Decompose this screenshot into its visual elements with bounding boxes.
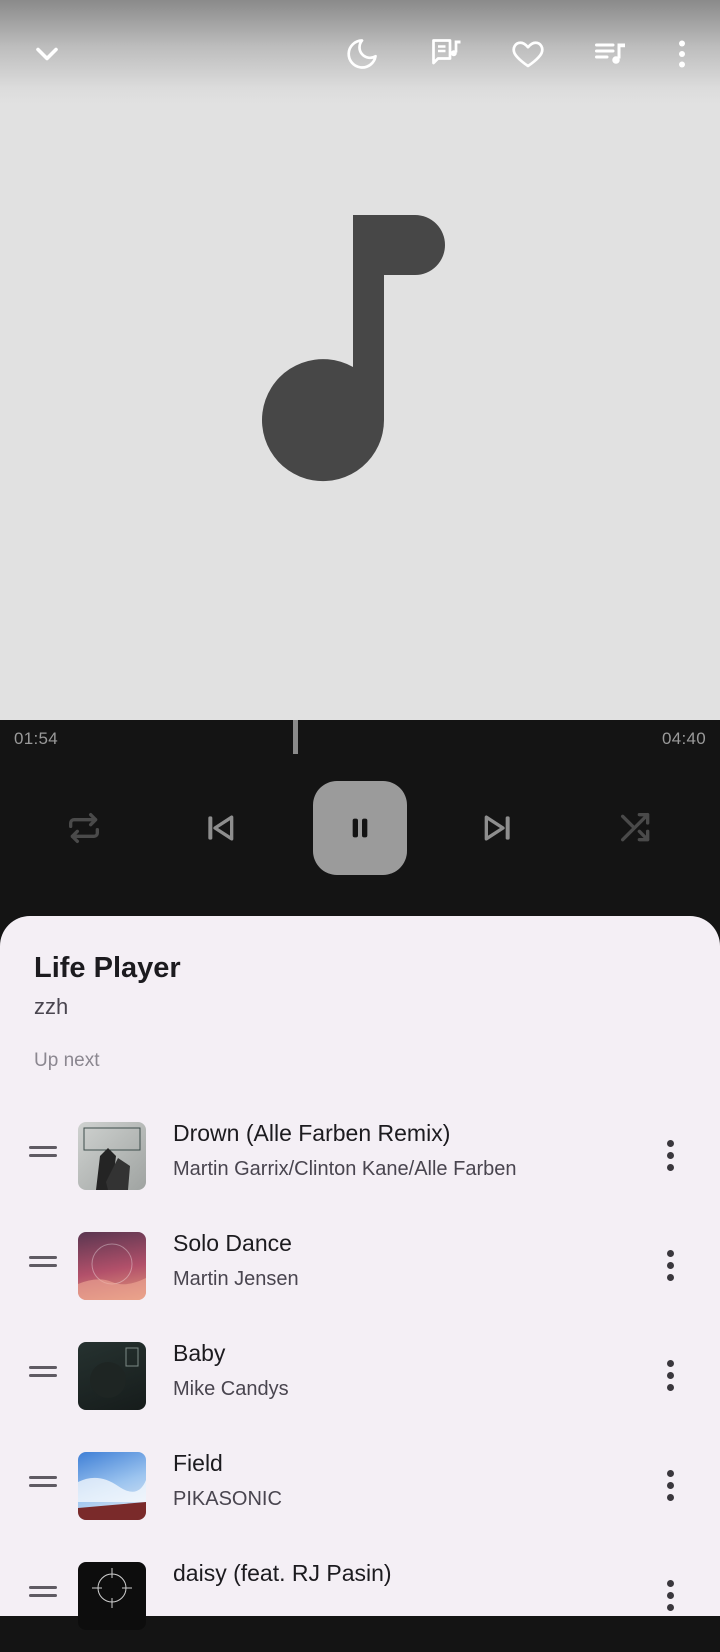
track-more-button[interactable] [650,1242,690,1288]
track-thumbnail [78,1562,146,1630]
shuffle-button[interactable] [604,796,668,860]
queue-item[interactable]: Solo Dance Martin Jensen [0,1212,720,1322]
lyrics-button[interactable] [419,26,475,82]
album-cover-image [78,1243,146,1300]
track-artist: Martin Jensen [173,1268,299,1290]
more-options-button[interactable] [654,26,710,82]
elapsed-time: 01:54 [14,729,59,748]
music-note-icon [262,215,445,482]
album-cover-image [83,1127,141,1190]
album-cover-image [90,1347,139,1398]
skip-previous-icon [208,815,234,841]
track-more-button[interactable] [650,1572,690,1618]
track-thumbnail [78,1452,146,1520]
pause-icon [352,818,368,838]
track-artist: Mike Candys [173,1378,289,1400]
repeat-button[interactable] [52,796,116,860]
playlist-title: Life Player [34,952,181,984]
track-title: Field [173,1450,223,1476]
queue-button[interactable] [582,26,638,82]
up-next-label: Up next [34,1050,100,1071]
drag-handle-icon[interactable] [29,1476,57,1492]
moon-icon [347,39,377,69]
playlist-owner: zzh [34,994,69,1019]
sleep-timer-button[interactable] [334,26,390,82]
track-thumbnail [78,1342,146,1410]
seek-thumb[interactable] [293,720,298,754]
queue-item[interactable]: Drown (Alle Farben Remix) Martin Garrix/… [0,1102,720,1212]
album-cover-image [92,1568,132,1608]
collapse-button[interactable] [19,26,75,82]
seek-bar[interactable]: 01:54 04:40 [0,720,720,754]
play-pause-button[interactable] [313,781,407,875]
queue-item[interactable]: Baby Mike Candys [0,1322,720,1432]
track-title: Drown (Alle Farben Remix) [173,1120,451,1146]
skip-next-icon [484,815,510,841]
queue-item[interactable]: daisy (feat. RJ Pasin) [0,1542,720,1652]
track-thumbnail [78,1122,146,1190]
track-title: daisy (feat. RJ Pasin) [173,1560,392,1586]
track-artist: Martin Garrix/Clinton Kane/Alle Farben [173,1158,517,1180]
track-artist: PIKASONIC [173,1488,282,1510]
total-duration: 04:40 [661,729,706,748]
playback-controls [0,754,720,914]
queue-item[interactable]: Field PIKASONIC [0,1432,720,1542]
chevron-down-icon [36,47,58,61]
track-thumbnail [78,1232,146,1300]
album-art [0,0,720,720]
top-toolbar [0,0,720,104]
track-more-button[interactable] [650,1132,690,1178]
heart-icon [512,41,544,68]
drag-handle-icon[interactable] [29,1366,57,1382]
more-vert-icon [679,40,685,68]
queue-sheet: Life Player zzh Up next Drown (Alle Farb… [0,916,720,1630]
previous-button[interactable] [188,796,252,860]
drag-handle-icon[interactable] [29,1256,57,1272]
repeat-icon [69,813,100,843]
seek-track[interactable] [0,720,720,754]
favorite-button[interactable] [500,26,556,82]
track-more-button[interactable] [650,1352,690,1398]
shuffle-icon [621,813,650,842]
lyrics-icon [432,39,461,65]
queue-music-icon [595,43,625,64]
track-title: Solo Dance [173,1230,292,1256]
next-button[interactable] [466,796,530,860]
album-cover-image [78,1477,146,1520]
track-more-button[interactable] [650,1462,690,1508]
track-title: Baby [173,1340,226,1366]
drag-handle-icon[interactable] [29,1146,57,1162]
